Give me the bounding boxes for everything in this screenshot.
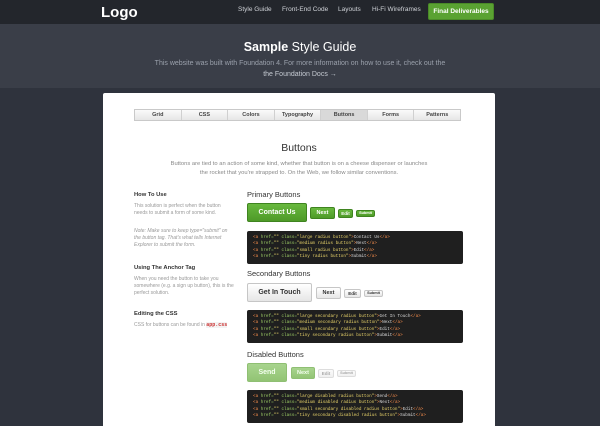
submit-button[interactable]: Submit	[356, 210, 375, 217]
top-bar: Logo Style Guide Front-End Code Layouts …	[0, 0, 600, 24]
nav-front-end-code[interactable]: Front-End Code	[282, 6, 328, 13]
get-in-touch-button[interactable]: Get In Touch	[247, 283, 312, 302]
primary-code-block: <a href="" class="large radius button">C…	[247, 231, 463, 264]
secondary-next-button[interactable]: Next	[316, 287, 341, 299]
next-button-disabled[interactable]: Next	[291, 367, 315, 379]
code-line: <a href="" class="small secondary radius…	[253, 326, 401, 332]
hero-text: This website was built with Foundation 4…	[154, 60, 446, 78]
foundation-docs-link[interactable]: the Foundation Docs →	[263, 71, 337, 78]
submit-button-disabled[interactable]: Submit	[337, 370, 356, 377]
disabled-buttons-heading: Disabled Buttons	[247, 350, 304, 359]
code-line: <a href="" class="large disabled radius …	[253, 394, 398, 399]
secondary-edit-button[interactable]: Edit	[344, 289, 361, 298]
section-tabs: Grid CSS Colors Typography Buttons Forms…	[134, 109, 461, 121]
edit-button-disabled[interactable]: Edit	[318, 369, 334, 378]
tab-patterns[interactable]: Patterns	[414, 110, 460, 120]
page-description: Buttons are tied to an action of some ki…	[170, 161, 428, 176]
hero-title: Sample Style Guide	[243, 40, 357, 54]
css-filename: app.css	[206, 322, 228, 328]
anchor-tag-text: When you need the button to take you som…	[134, 276, 234, 296]
code-line: <a href="" class="medium radius button">…	[253, 241, 377, 247]
final-deliverables-button[interactable]: Final Deliverables	[428, 3, 494, 20]
tab-css[interactable]: CSS	[182, 110, 229, 120]
code-line: <a href="" class="small secondary disabl…	[253, 406, 424, 412]
tab-colors[interactable]: Colors	[228, 110, 275, 120]
page-title: Buttons	[281, 142, 317, 154]
code-line: <a href="" class="large secondary radius…	[253, 314, 421, 319]
tab-grid[interactable]: Grid	[135, 110, 182, 120]
nav-layouts[interactable]: Layouts	[338, 6, 361, 13]
code-line: <a href="" class="tiny secondary disable…	[253, 412, 426, 418]
logo[interactable]: Logo	[101, 4, 138, 21]
how-to-use-text: This solution is perfect when the button…	[134, 203, 221, 216]
note-text: Note: Make sure to keep type="submit" on…	[134, 228, 228, 248]
editing-css-heading: Editing the CSS	[134, 311, 178, 317]
disabled-code-block: <a href="" class="large disabled radius …	[247, 390, 463, 423]
code-line: <a href="" class="medium disabled radius…	[253, 400, 401, 406]
code-line: <a href="" class="tiny radius button">Su…	[253, 253, 377, 259]
editing-css-text: CSS for buttons can be found in app.css	[134, 322, 228, 328]
tab-forms[interactable]: Forms	[368, 110, 415, 120]
anchor-tag-heading: Using The Anchor Tag	[134, 265, 196, 271]
edit-button[interactable]: Edit	[338, 209, 353, 218]
contact-us-button[interactable]: Contact Us	[247, 203, 307, 222]
next-button[interactable]: Next	[310, 207, 335, 219]
secondary-code-block: <a href="" class="large secondary radius…	[247, 310, 463, 343]
code-line: <a href="" class="large radius button">C…	[253, 235, 390, 240]
send-button-disabled[interactable]: Send	[247, 363, 287, 382]
how-to-use-heading: How To Use	[134, 192, 167, 198]
nav-hifi-wireframes[interactable]: Hi-Fi Wireframes	[372, 6, 421, 13]
code-line: <a href="" class="medium secondary radiu…	[253, 320, 403, 326]
code-line: <a href="" class="small radius button">E…	[253, 247, 375, 253]
tab-buttons[interactable]: Buttons	[321, 110, 368, 120]
tab-typography[interactable]: Typography	[275, 110, 322, 120]
nav-style-guide[interactable]: Style Guide	[238, 6, 272, 13]
secondary-buttons-heading: Secondary Buttons	[247, 269, 311, 278]
primary-buttons-heading: Primary Buttons	[247, 190, 301, 199]
code-line: <a href="" class="tiny secondary radius …	[253, 332, 403, 338]
secondary-submit-button[interactable]: Submit	[364, 290, 383, 297]
